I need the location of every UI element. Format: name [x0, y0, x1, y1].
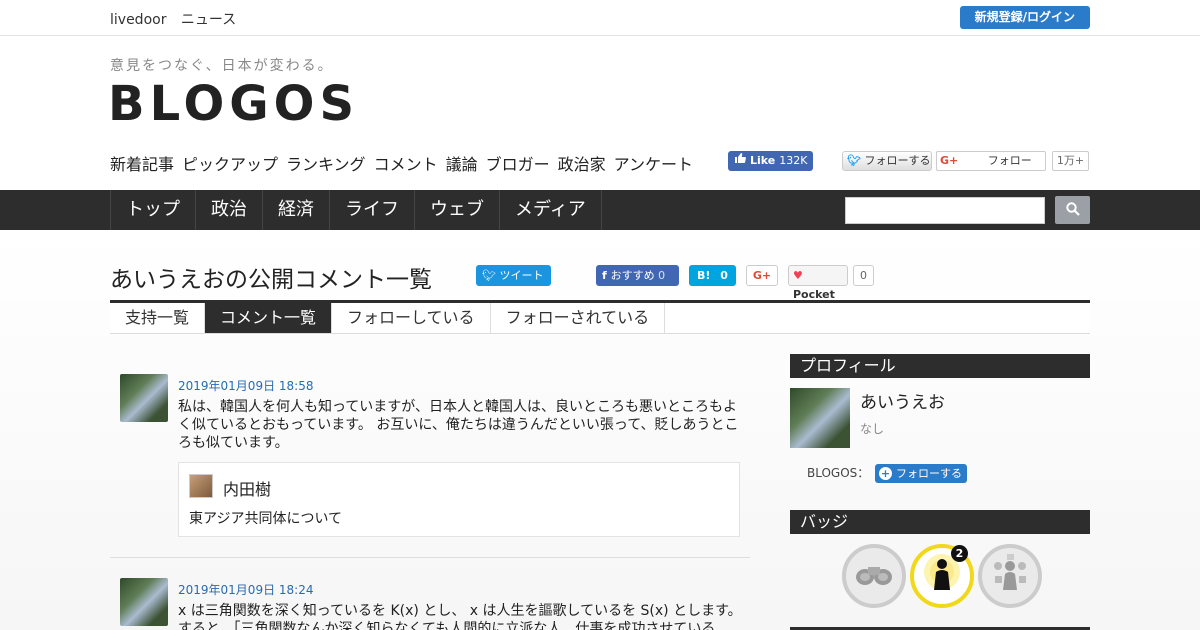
gplus-follow-label: フォロー: [987, 154, 1032, 167]
subnav-pickup[interactable]: ピックアップ: [182, 151, 278, 175]
thumbs-up-icon: [734, 151, 746, 171]
pocket-icon: ♥︎: [793, 269, 803, 282]
search-button[interactable]: [1055, 196, 1090, 224]
subnav-new-articles[interactable]: 新着記事: [110, 151, 174, 175]
main-navigation: トップ 政治 経済 ライフ ウェブ メディア: [0, 190, 1200, 230]
site-header: 意見をつなぐ、日本が変わる。 BLOGOS 新着記事 ピックアップ ランキング …: [0, 36, 1200, 190]
gplus-share-button[interactable]: G+: [746, 265, 778, 286]
sub-navigation: 新着記事 ピックアップ ランキング コメント 議論 ブロガー 政治家 アンケート: [110, 151, 701, 175]
follow-label: フォローする: [896, 467, 962, 480]
category-tabs: トップ 政治 経済 ライフ ウェブ メディア: [110, 190, 602, 230]
hatena-icon: B!: [697, 269, 711, 282]
brand-news[interactable]: ニュース: [181, 12, 236, 28]
tab-support-list[interactable]: 支持一覧: [110, 303, 206, 333]
facebook-like-button[interactable]: Like 132K: [728, 151, 814, 171]
subnav-comments[interactable]: コメント: [374, 151, 438, 175]
livedoor-brand[interactable]: livedoor ニュース: [110, 9, 246, 29]
fb-like-label: Like: [750, 154, 776, 167]
blogos-label: BLOGOS：: [807, 466, 870, 480]
hatena-count: 0: [720, 269, 728, 282]
nav-media[interactable]: メディア: [500, 190, 602, 230]
gplus-icon: G+: [940, 154, 959, 167]
binoculars-icon: [854, 559, 894, 593]
site-tagline: 意見をつなぐ、日本が変わる。: [110, 58, 334, 74]
badge-item[interactable]: [978, 544, 1042, 608]
subnav-ranking[interactable]: ランキング: [286, 151, 366, 175]
search-input[interactable]: [845, 197, 1045, 224]
page-content: あいうえおの公開コメント一覧 🐦︎ ツイート f おすすめ 0 B! 0 G+ …: [0, 230, 1200, 630]
badge-item[interactable]: [842, 544, 906, 608]
fb-recommend-label: おすすめ: [610, 269, 655, 282]
profile-panel: プロフィール あいうえお なし BLOGOS： + フォローする: [790, 354, 1090, 483]
nav-politics[interactable]: 政治: [196, 190, 263, 230]
twitter-follow-button[interactable]: 🐦︎ フォローする: [842, 151, 932, 171]
tweet-label: ツイート: [499, 269, 544, 282]
comment-text: x は三角関数を深く知っているを K(x) とし、 x は人生を謳歌しているを …: [178, 603, 742, 630]
top-bar: livedoor ニュース 新規登録/ログイン: [0, 0, 1200, 36]
referenced-article[interactable]: 内田樹 東アジア共同体について: [178, 462, 740, 537]
facebook-icon: f: [602, 269, 611, 282]
nav-economy[interactable]: 経済: [263, 190, 330, 230]
person-social-icon: [986, 550, 1034, 602]
badges-heading: バッジ: [790, 510, 1090, 534]
article-title[interactable]: 東アジア共同体について: [189, 508, 342, 528]
subnav-bloggers[interactable]: ブロガー: [486, 151, 550, 175]
profile-name: あいうえお: [860, 393, 945, 413]
commenter-avatar[interactable]: [120, 374, 168, 422]
badges-panel: バッジ 2: [790, 510, 1090, 608]
twitter-follow-label: フォローする: [864, 154, 931, 167]
profile-tabs: 支持一覧 コメント一覧 フォローしている フォローされている: [110, 300, 1090, 334]
nav-web[interactable]: ウェブ: [415, 190, 500, 230]
comment-text: 私は、韓国人を何人も知っていますが、日本人と韓国人は、良いところも悪いところもよ…: [178, 399, 739, 451]
twitter-bird-icon: 🐦︎: [482, 269, 500, 282]
fb-recommend-count: 0: [658, 269, 666, 282]
comment-item: 2019年01月09日 18:58 私は、韓国人を何人も知っていますが、日本人と…: [110, 374, 750, 558]
tab-following[interactable]: フォローしている: [332, 303, 491, 333]
plus-icon: +: [879, 467, 892, 480]
subnav-debate[interactable]: 議論: [446, 151, 478, 175]
pocket-count: 0: [853, 265, 874, 286]
tab-followers[interactable]: フォローされている: [491, 303, 666, 333]
blogos-logo[interactable]: BLOGOS: [108, 76, 359, 132]
page-title: あいうえおの公開コメント一覧: [110, 267, 432, 293]
author-avatar: [189, 474, 213, 498]
pocket-save-button[interactable]: ♥︎ Pocket: [788, 265, 848, 301]
nav-life[interactable]: ライフ: [330, 190, 415, 230]
facebook-recommend-button[interactable]: f おすすめ 0: [596, 265, 679, 286]
subnav-politicians[interactable]: 政治家: [558, 151, 606, 175]
badge-count: 2: [951, 545, 968, 562]
subnav-survey[interactable]: アンケート: [614, 151, 693, 175]
nav-top[interactable]: トップ: [111, 190, 196, 230]
signup-login-button[interactable]: 新規登録/ログイン: [959, 6, 1090, 29]
profile-heading: プロフィール: [790, 354, 1090, 378]
commenter-avatar[interactable]: [120, 578, 168, 626]
article-author-name[interactable]: 内田樹: [223, 476, 271, 500]
badge-list: 2: [842, 544, 1042, 608]
badge-item[interactable]: 2: [910, 544, 974, 608]
search-icon: [1065, 201, 1080, 219]
fb-like-count: 132K: [779, 154, 808, 167]
tweet-share-button[interactable]: 🐦︎ ツイート: [476, 265, 551, 286]
profile-description: なし: [860, 422, 885, 436]
gplus-follow-button[interactable]: G+ フォロー: [936, 151, 1046, 171]
hatena-bookmark-button[interactable]: B! 0: [689, 265, 736, 286]
profile-avatar: [790, 388, 850, 448]
gplus-follow-count: 1万+: [1052, 151, 1089, 171]
tab-comment-list[interactable]: コメント一覧: [205, 303, 333, 333]
brand-livedoor[interactable]: livedoor: [110, 12, 166, 28]
follow-user-button[interactable]: + フォローする: [875, 464, 967, 483]
comment-date[interactable]: 2019年01月09日 18:58: [178, 377, 313, 394]
comment-date[interactable]: 2019年01月09日 18:24: [178, 581, 313, 598]
twitter-bird-icon: 🐦︎: [847, 154, 861, 167]
